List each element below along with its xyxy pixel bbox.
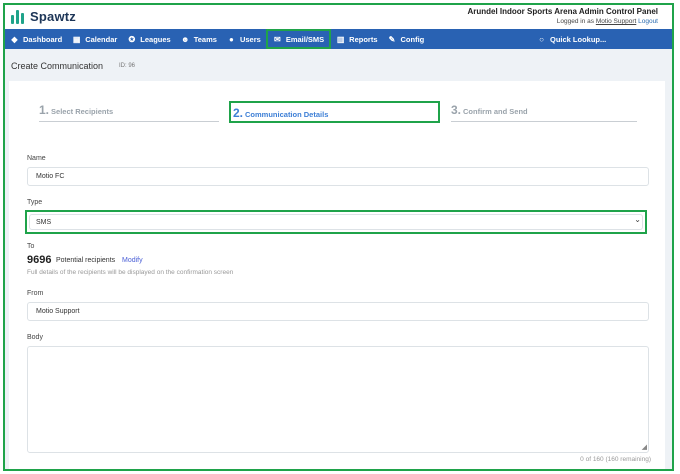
from-label: From <box>27 290 44 297</box>
step-communication-details[interactable]: 2. Communication Details <box>229 101 440 123</box>
layers-icon: ◆ <box>11 34 18 44</box>
search-icon: ○ <box>539 34 544 44</box>
trophy-icon: ✪ <box>128 34 136 44</box>
calendar-icon: ▦ <box>72 34 81 44</box>
modify-recipients-link[interactable]: Modify <box>122 257 143 264</box>
to-label: To <box>27 243 35 250</box>
nav-calendar[interactable]: ▦ Calendar <box>67 29 122 49</box>
logout-link[interactable]: Logout <box>638 18 658 25</box>
panel-title: Arundel Indoor Sports Arena Admin Contro… <box>467 7 658 16</box>
step-label: Select Recipients <box>51 107 114 116</box>
nav-label: Config <box>400 34 425 44</box>
logo-bars-icon <box>11 9 24 24</box>
page-header: Create Communication ID: 96 <box>5 49 672 81</box>
step-underline <box>39 121 219 122</box>
people-icon: ☻ <box>181 34 190 44</box>
nav-label: Teams <box>193 34 217 44</box>
step-label: Confirm and Send <box>463 107 528 116</box>
nav-label: Email/SMS <box>285 34 325 44</box>
nav-reports[interactable]: ▥ Reports <box>331 29 382 49</box>
resize-handle-icon[interactable]: ◢ <box>642 444 647 451</box>
recipient-count: 9696 <box>27 254 52 266</box>
login-status: Logged in as Motio Support Logout <box>557 18 658 25</box>
step-underline <box>451 121 637 122</box>
nav-label: Calendar <box>85 34 118 44</box>
spawtz-logo[interactable]: Spawtz <box>11 9 76 24</box>
logo-text: Spawtz <box>30 9 76 24</box>
logged-in-prefix: Logged in as <box>556 18 595 25</box>
recipients-label: Potential recipients <box>56 257 116 264</box>
nav-email-sms[interactable]: ✉ Email/SMS <box>265 29 332 49</box>
quick-lookup-label: Quick Lookup... <box>550 34 607 44</box>
envelope-icon: ✉ <box>273 34 281 44</box>
wrench-icon: ✎ <box>388 34 396 44</box>
step-number: 2. <box>233 106 244 120</box>
step-confirm-and-send[interactable]: 3. Confirm and Send <box>451 101 637 122</box>
user-icon: ● <box>229 34 234 44</box>
top-bar: Spawtz Arundel Indoor Sports Arena Admin… <box>5 5 672 29</box>
nav-dashboard[interactable]: ◆ Dashboard <box>5 29 67 49</box>
nav-label: Reports <box>349 34 378 44</box>
step-select-recipients[interactable]: 1. Select Recipients <box>39 101 219 122</box>
bar-chart-icon: ▥ <box>336 34 345 44</box>
app-window: Spawtz Arundel Indoor Sports Arena Admin… <box>3 3 674 471</box>
communication-form-card: 1. Select Recipients 2. Communication Deta… <box>9 81 665 469</box>
quick-lookup[interactable]: ○ Quick Lookup... <box>532 29 611 49</box>
body-textarea[interactable]: ◢ <box>27 346 649 453</box>
body-label: Body <box>27 334 43 341</box>
type-label: Type <box>27 199 43 206</box>
name-label: Name <box>27 155 46 162</box>
step-label: Communication Details <box>245 110 329 119</box>
type-select-value: SMS <box>29 214 643 230</box>
nav-label: Dashboard <box>23 34 63 44</box>
main-nav: ◆ Dashboard ▦ Calendar ✪ Leagues ☻ Teams… <box>5 29 672 49</box>
nav-teams[interactable]: ☻ Teams <box>176 29 222 49</box>
type-select[interactable]: SMS ⌄ <box>25 210 647 234</box>
recipients-hint: Full details of the recipients will be d… <box>27 269 234 276</box>
nav-label: Users <box>239 34 261 44</box>
nav-users[interactable]: ● Users <box>222 29 266 49</box>
from-field[interactable]: Motio Support <box>27 302 649 321</box>
nav-config[interactable]: ✎ Config <box>383 29 430 49</box>
communication-id: ID: 96 <box>119 63 136 69</box>
nav-label: Leagues <box>140 34 171 44</box>
page-title: Create Communication <box>11 61 104 71</box>
nav-leagues[interactable]: ✪ Leagues <box>122 29 175 49</box>
chevron-down-icon: ⌄ <box>634 215 641 224</box>
current-user-link[interactable]: Motio Support <box>596 18 636 25</box>
step-number: 3. <box>451 103 462 117</box>
name-field[interactable]: Motio FC <box>27 167 649 186</box>
character-counter: 0 of 160 (160 remaining) <box>580 456 651 463</box>
step-number: 1. <box>39 103 50 117</box>
